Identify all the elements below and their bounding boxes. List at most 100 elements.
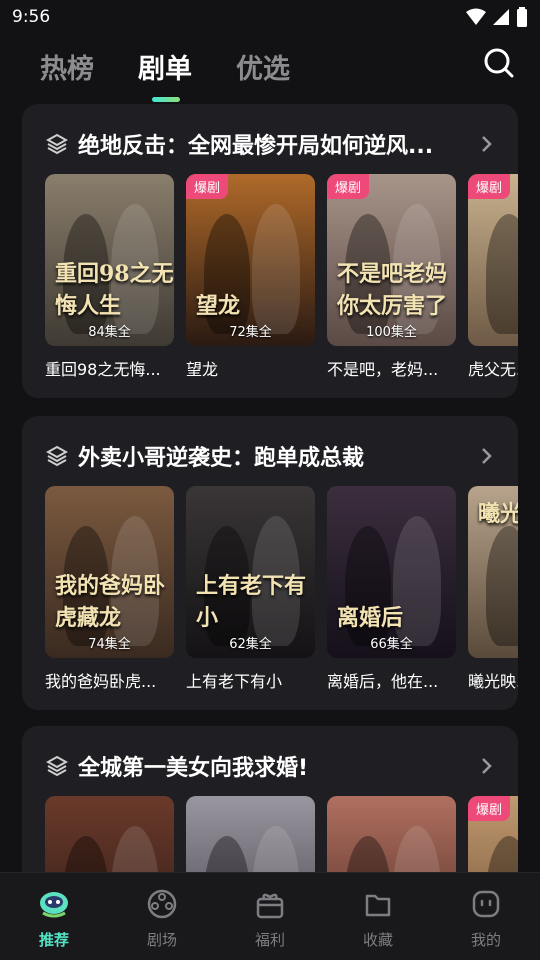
tab-playlists-label: 剧单 (138, 53, 192, 85)
poster-logo: 望龙 (196, 293, 241, 319)
nav-profile[interactable]: 我的 (432, 873, 540, 960)
playlist-feed[interactable]: 绝地反击：全网最惨开局如何逆风... 重回98之无悔人生 84集全 重回98之无悔… (0, 100, 540, 872)
chevron-right-icon[interactable] (480, 446, 494, 466)
signal-icon (493, 9, 509, 25)
battery-icon (517, 7, 527, 27)
wifi-icon (466, 8, 486, 25)
nav-label: 我的 (470, 931, 501, 949)
drama-poster[interactable]: 不是吧老妈你太厉害了 爆剧 100集全 (327, 174, 456, 346)
drama-row: 重回98之无悔人生 84集全 重回98之无悔... 望龙 爆剧 72集全 望龙 不是吧… (45, 174, 518, 384)
episode-count: 100集全 (366, 325, 417, 340)
drama-name: 不是吧，老妈... (327, 360, 439, 379)
poster-figure (345, 836, 391, 872)
folder-icon (365, 894, 391, 917)
drama-poster[interactable]: 望龙 爆剧 72集全 (186, 174, 315, 346)
poster-figure (486, 526, 518, 646)
drama-item[interactable]: 上有老下有小 62集全 上有老下有小 (186, 486, 315, 696)
drama-item[interactable]: 曦光 5 曦光映... (468, 486, 518, 696)
episode-count: 84集全 (88, 325, 131, 340)
status-time: 9:56 (12, 7, 51, 27)
chevron-right-icon[interactable] (480, 134, 494, 154)
search-icon[interactable] (482, 46, 516, 80)
drama-poster[interactable] (186, 796, 315, 872)
poster-logo: 不是吧老妈你太厉害了 (337, 261, 448, 319)
playlist-title: 全城第一美女向我求婚! (78, 756, 309, 781)
drama-name: 曦光映... (468, 672, 518, 691)
poster-figure (486, 214, 518, 334)
drama-poster[interactable]: 上有老下有小 62集全 (186, 486, 315, 658)
drama-poster[interactable]: 离婚后 66集全 (327, 486, 456, 658)
poster-logo: 曦光 (478, 501, 518, 527)
hot-badge: 爆剧 (468, 174, 511, 199)
profile-icon (472, 890, 500, 918)
nav-recommend[interactable]: 推荐 (0, 873, 108, 960)
tab-playlists[interactable]: 剧单 (138, 47, 192, 102)
playlist-card[interactable]: 全城第一美女向我求婚! 爆剧 (22, 726, 518, 872)
nav-favorites[interactable]: 收藏 (324, 873, 432, 960)
drama-name: 重回98之无悔... (45, 360, 161, 379)
drama-item[interactable] (45, 796, 174, 872)
drama-poster[interactable] (45, 796, 174, 872)
episode-count: 7 (468, 325, 518, 340)
drama-name: 我的爸妈卧虎... (45, 672, 157, 691)
nav-label: 收藏 (362, 931, 393, 949)
playlist-header[interactable]: 绝地反击：全网最惨开局如何逆风... (46, 128, 498, 160)
poster-logo: 重回98之无悔人生 (55, 261, 174, 319)
hot-badge: 爆剧 (186, 174, 229, 199)
episode-count: 72集全 (229, 325, 272, 340)
recommend-icon (40, 892, 68, 918)
drama-name: 虎父无... (468, 360, 518, 379)
top-tabs: 热榜 剧单 优选 (0, 36, 540, 102)
drama-name: 上有老下有小 (186, 672, 283, 691)
nav-welfare[interactable]: 福利 (216, 873, 324, 960)
poster-figure (252, 204, 300, 334)
poster-figure (393, 826, 441, 872)
poster-figure (204, 836, 250, 872)
chevron-right-icon[interactable] (480, 756, 494, 776)
episode-count: 5 (468, 637, 518, 652)
drama-row: 我的爸妈卧虎藏龙 74集全 我的爸妈卧虎... 上有老下有小 62集全 上有老下有小… (45, 486, 518, 696)
playlist-header[interactable]: 外卖小哥逆袭史：跑单成总裁 (46, 440, 498, 472)
drama-item[interactable]: 爆剧 (468, 796, 518, 872)
drama-item[interactable]: 爆剧 7 虎父无... (468, 174, 518, 384)
drama-item[interactable] (327, 796, 456, 872)
poster-figure (252, 826, 300, 872)
drama-poster[interactable]: 爆剧 7 (468, 174, 518, 346)
drama-item[interactable]: 离婚后 66集全 离婚后，他在... (327, 486, 456, 696)
hot-badge: 爆剧 (327, 174, 370, 199)
poster-logo: 离婚后 (337, 605, 404, 631)
poster-figure (111, 826, 159, 872)
film-reel-icon (147, 889, 177, 919)
drama-poster[interactable]: 我的爸妈卧虎藏龙 74集全 (45, 486, 174, 658)
drama-item[interactable] (186, 796, 315, 872)
episode-count: 62集全 (229, 637, 272, 652)
nav-label: 剧场 (146, 931, 177, 949)
tab-hot-list[interactable]: 热榜 (40, 47, 94, 86)
drama-poster[interactable]: 重回98之无悔人生 84集全 (45, 174, 174, 346)
drama-row: 爆剧 (45, 796, 518, 872)
tab-picks[interactable]: 优选 (236, 47, 290, 86)
poster-logo: 我的爸妈卧虎藏龙 (55, 573, 166, 631)
episode-count: 74集全 (88, 637, 131, 652)
poster-figure (63, 836, 109, 872)
stack-icon (46, 755, 68, 777)
drama-poster[interactable] (327, 796, 456, 872)
drama-poster[interactable]: 曦光 5 (468, 486, 518, 658)
poster-figure (486, 836, 518, 872)
drama-item[interactable]: 我的爸妈卧虎藏龙 74集全 我的爸妈卧虎... (45, 486, 174, 696)
nav-label: 推荐 (38, 931, 69, 949)
drama-item[interactable]: 望龙 爆剧 72集全 望龙 (186, 174, 315, 384)
playlist-title: 绝地反击：全网最惨开局如何逆风... (78, 134, 434, 159)
status-bar: 9:56 (0, 0, 540, 34)
playlist-card[interactable]: 外卖小哥逆袭史：跑单成总裁 我的爸妈卧虎藏龙 74集全 我的爸妈卧虎... 上有老… (22, 416, 518, 710)
playlist-card[interactable]: 绝地反击：全网最惨开局如何逆风... 重回98之无悔人生 84集全 重回98之无悔… (22, 104, 518, 398)
drama-name: 望龙 (186, 360, 219, 379)
drama-item[interactable]: 重回98之无悔人生 84集全 重回98之无悔... (45, 174, 174, 384)
nav-theater[interactable]: 剧场 (108, 873, 216, 960)
episode-count: 66集全 (370, 637, 413, 652)
playlist-header[interactable]: 全城第一美女向我求婚! (46, 750, 498, 782)
gift-icon (256, 893, 284, 919)
stack-icon (46, 445, 68, 467)
drama-poster[interactable]: 爆剧 (468, 796, 518, 872)
drama-item[interactable]: 不是吧老妈你太厉害了 爆剧 100集全 不是吧，老妈... (327, 174, 456, 384)
